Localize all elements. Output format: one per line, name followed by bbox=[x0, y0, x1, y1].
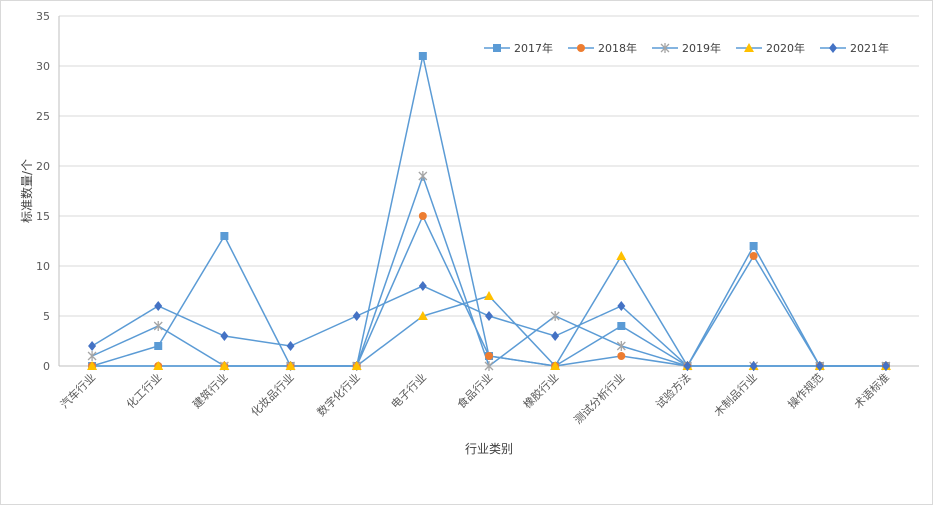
x-tick-label: 食品行业 bbox=[454, 370, 495, 411]
data-point bbox=[484, 291, 494, 300]
data-point bbox=[153, 321, 163, 331]
gridlines bbox=[59, 15, 919, 317]
x-tick-label: 电子行业 bbox=[389, 371, 429, 411]
line-chart: 0 5 10 15 20 25 30 35 汽车行业 化工行业 建筑行业 化妆品行业 数字化行业 电子行业… bbox=[19, 10, 919, 456]
legend-item: 2017年 bbox=[484, 41, 553, 55]
data-point bbox=[551, 331, 560, 341]
legend-item: 2019年 bbox=[652, 41, 721, 55]
data-point bbox=[286, 341, 295, 351]
x-tick-label: 试验方法 bbox=[653, 370, 694, 411]
x-tick-label: 汽车行业 bbox=[57, 370, 98, 411]
data-point bbox=[220, 232, 229, 240]
data-point bbox=[617, 352, 626, 360]
chart-frame: 0 5 10 15 20 25 30 35 汽车行业 化工行业 建筑行业 化妆品行业 数字化行业 电子行业… bbox=[0, 0, 933, 505]
data-point bbox=[88, 341, 97, 351]
y-tick-label: 10 bbox=[36, 260, 50, 273]
data-point bbox=[418, 52, 427, 60]
legend-marker bbox=[493, 44, 501, 52]
x-tick-label: 木制品行业 bbox=[712, 371, 760, 419]
x-tick-label: 化妆品行业 bbox=[248, 370, 297, 419]
data-point bbox=[485, 311, 493, 321]
data-point bbox=[616, 341, 626, 351]
x-tick-label: 建筑行业 bbox=[189, 370, 230, 411]
data-point bbox=[616, 251, 627, 260]
data-point bbox=[352, 311, 361, 321]
y-tick-label: 15 bbox=[36, 210, 50, 223]
data-point bbox=[87, 351, 97, 361]
data-point bbox=[617, 322, 626, 330]
x-tick-label: 橡胶行业 bbox=[520, 370, 561, 411]
data-point bbox=[749, 242, 758, 250]
legend-item: 2018年 bbox=[568, 41, 637, 55]
legend-label: 2017年 bbox=[514, 41, 553, 55]
y-tick-label: 20 bbox=[36, 160, 50, 173]
data-point bbox=[418, 171, 428, 181]
legend-label: 2021年 bbox=[850, 41, 889, 55]
data-point bbox=[749, 252, 758, 260]
data-point bbox=[220, 331, 229, 341]
legend-label: 2020年 bbox=[766, 41, 805, 55]
series-markers bbox=[87, 52, 891, 371]
x-tick-label: 术语标准 bbox=[851, 370, 892, 411]
legend-marker bbox=[829, 43, 837, 53]
y-tick-label: 35 bbox=[36, 10, 50, 23]
legend-label: 2019年 bbox=[682, 41, 721, 55]
y-tick-label: 5 bbox=[43, 310, 50, 323]
legend: 2017年 2018年 2019年 2020年 2021年 bbox=[484, 41, 889, 55]
legend-label: 2018年 bbox=[598, 41, 637, 55]
x-tick-label: 化工行业 bbox=[123, 370, 164, 411]
data-point bbox=[154, 301, 163, 311]
data-point bbox=[418, 212, 427, 220]
legend-marker bbox=[577, 44, 585, 52]
axes: 0 5 10 15 20 25 30 35 汽车行业 化工行业 建筑行业 化妆品行业 数字化行业 电子行业… bbox=[36, 10, 919, 427]
y-tick-label: 0 bbox=[43, 360, 50, 373]
y-axis-title: 标准数量/个 bbox=[19, 159, 34, 223]
data-point bbox=[154, 342, 163, 350]
data-point bbox=[485, 352, 493, 360]
x-tick-label: 数字化行业 bbox=[314, 370, 363, 419]
legend-item: 2021年 bbox=[820, 41, 889, 55]
x-tick-label: 测试分析行业 bbox=[571, 370, 628, 427]
y-tick-label: 25 bbox=[36, 110, 50, 123]
x-tick-label: 操作规范 bbox=[785, 370, 826, 411]
y-tick-label: 30 bbox=[36, 60, 50, 73]
x-axis-title: 行业类别 bbox=[465, 442, 513, 456]
data-point bbox=[418, 281, 427, 291]
legend-item: 2020年 bbox=[736, 41, 805, 55]
